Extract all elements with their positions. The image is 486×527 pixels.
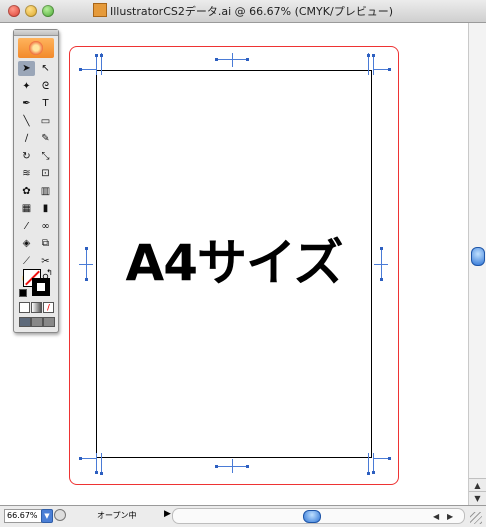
status-bar: 66.67% ▼ オープン中 ▶ ◀ ▶	[0, 505, 486, 527]
trim-mark-top-right	[365, 53, 391, 75]
warp-tool-icon[interactable]: ≋	[18, 166, 35, 181]
scroll-left-arrow-icon[interactable]: ◀	[433, 512, 439, 521]
scale-tool-icon[interactable]: ⤡	[37, 149, 54, 164]
trim-mark-bottom-center	[215, 459, 249, 473]
rotate-tool-icon[interactable]: ↻	[18, 149, 35, 164]
stroke-color-swatch[interactable]	[32, 278, 50, 296]
trim-mark-right-center	[374, 247, 388, 281]
scroll-right-arrow-icon[interactable]: ▶	[447, 512, 453, 521]
full-screen-mode-icon[interactable]	[43, 317, 55, 327]
status-text[interactable]: オープン中	[97, 510, 137, 521]
trim-mark-left-center	[79, 247, 93, 281]
imageable-area-right-edge	[371, 70, 372, 457]
gradient-mode-icon[interactable]	[31, 302, 42, 313]
line-segment-tool-icon[interactable]: ╲	[18, 114, 35, 129]
gradient-tool-icon[interactable]: ▮	[37, 201, 54, 216]
magic-wand-tool-icon[interactable]: ✦	[18, 79, 35, 94]
live-paint-selection-tool-icon[interactable]: ⧉	[37, 236, 54, 251]
free-transform-tool-icon[interactable]: ⊡	[37, 166, 54, 181]
color-mode-icon[interactable]	[19, 302, 30, 313]
trim-mark-bottom-right	[365, 453, 391, 475]
window-title: IllustratorCS2データ.ai @ 66.67% (CMYK/プレビュ…	[0, 3, 486, 19]
illustrator-window: IllustratorCS2データ.ai @ 66.67% (CMYK/プレビュ…	[0, 0, 486, 527]
type-tool-icon[interactable]: T	[37, 96, 54, 111]
vertical-scrollbar[interactable]: ▲ ▼	[468, 23, 486, 505]
window-resize-grip-icon[interactable]	[470, 512, 482, 524]
eyedropper-tool-icon[interactable]: ⁄	[18, 219, 35, 234]
blend-tool-icon[interactable]: ∞	[37, 219, 54, 234]
window-title-text: IllustratorCS2データ.ai @ 66.67% (CMYK/プレビュ…	[110, 5, 393, 18]
horizontal-scroll-thumb[interactable]	[303, 510, 321, 523]
direct-selection-tool-icon[interactable]: ↖	[37, 61, 54, 76]
lasso-tool-icon[interactable]: ᘓ	[37, 79, 54, 94]
graph-tool-icon[interactable]: ▥	[37, 184, 54, 199]
horizontal-scrollbar[interactable]: ◀ ▶	[172, 508, 465, 524]
none-mode-icon[interactable]: /	[43, 302, 54, 313]
tools-panel-titlebar[interactable]	[14, 30, 58, 36]
vertical-scroll-thumb[interactable]	[471, 247, 485, 266]
paintbrush-tool-icon[interactable]: ∕	[18, 131, 35, 146]
adobe-flower-logo-icon[interactable]	[18, 38, 54, 58]
pen-tool-icon[interactable]: ✒	[18, 96, 35, 111]
status-menu-arrow-icon[interactable]: ▶	[164, 509, 171, 519]
version-cue-icon[interactable]	[54, 509, 66, 521]
scroll-up-arrow-icon[interactable]: ▲	[469, 478, 486, 492]
document-canvas[interactable]: A4サイズ	[1, 23, 468, 505]
rectangle-tool-icon[interactable]: ▭	[37, 114, 54, 129]
swap-fill-stroke-icon[interactable]: ↰	[45, 268, 54, 277]
symbol-sprayer-tool-icon[interactable]: ✿	[18, 184, 35, 199]
trim-mark-bottom-left	[79, 453, 103, 475]
trim-mark-top-center	[215, 53, 249, 67]
mesh-tool-icon[interactable]: ▦	[18, 201, 35, 216]
zoom-menu-chevron-down-icon[interactable]: ▼	[41, 509, 53, 523]
page-title-text[interactable]: A4サイズ	[119, 235, 349, 291]
scissors-tool-icon[interactable]: ✂	[37, 254, 54, 269]
selection-tool-icon[interactable]: ➤	[18, 61, 35, 76]
live-paint-bucket-tool-icon[interactable]: ◈	[18, 236, 35, 251]
tools-panel[interactable]: ➤↖✦ᘓ✒T╲▭∕✎↻⤡≋⊡✿▥▦▮⁄∞◈⧉⟋✂✋⚲ ↰ /	[13, 29, 59, 333]
zoom-level-field[interactable]: 66.67%	[4, 509, 42, 523]
imageable-area-bottom-edge	[96, 457, 372, 458]
trim-mark-top-left	[79, 53, 103, 75]
standard-screen-mode-icon[interactable]	[19, 317, 31, 327]
slice-tool-icon[interactable]: ⟋	[18, 254, 35, 269]
document-icon	[93, 3, 107, 17]
scroll-down-arrow-icon[interactable]: ▼	[469, 491, 486, 505]
title-bar[interactable]: IllustratorCS2データ.ai @ 66.67% (CMYK/プレビュ…	[0, 0, 486, 23]
full-screen-menu-mode-icon[interactable]	[31, 317, 43, 327]
default-colors-icon[interactable]	[19, 289, 27, 297]
pencil-tool-icon[interactable]: ✎	[37, 131, 54, 146]
